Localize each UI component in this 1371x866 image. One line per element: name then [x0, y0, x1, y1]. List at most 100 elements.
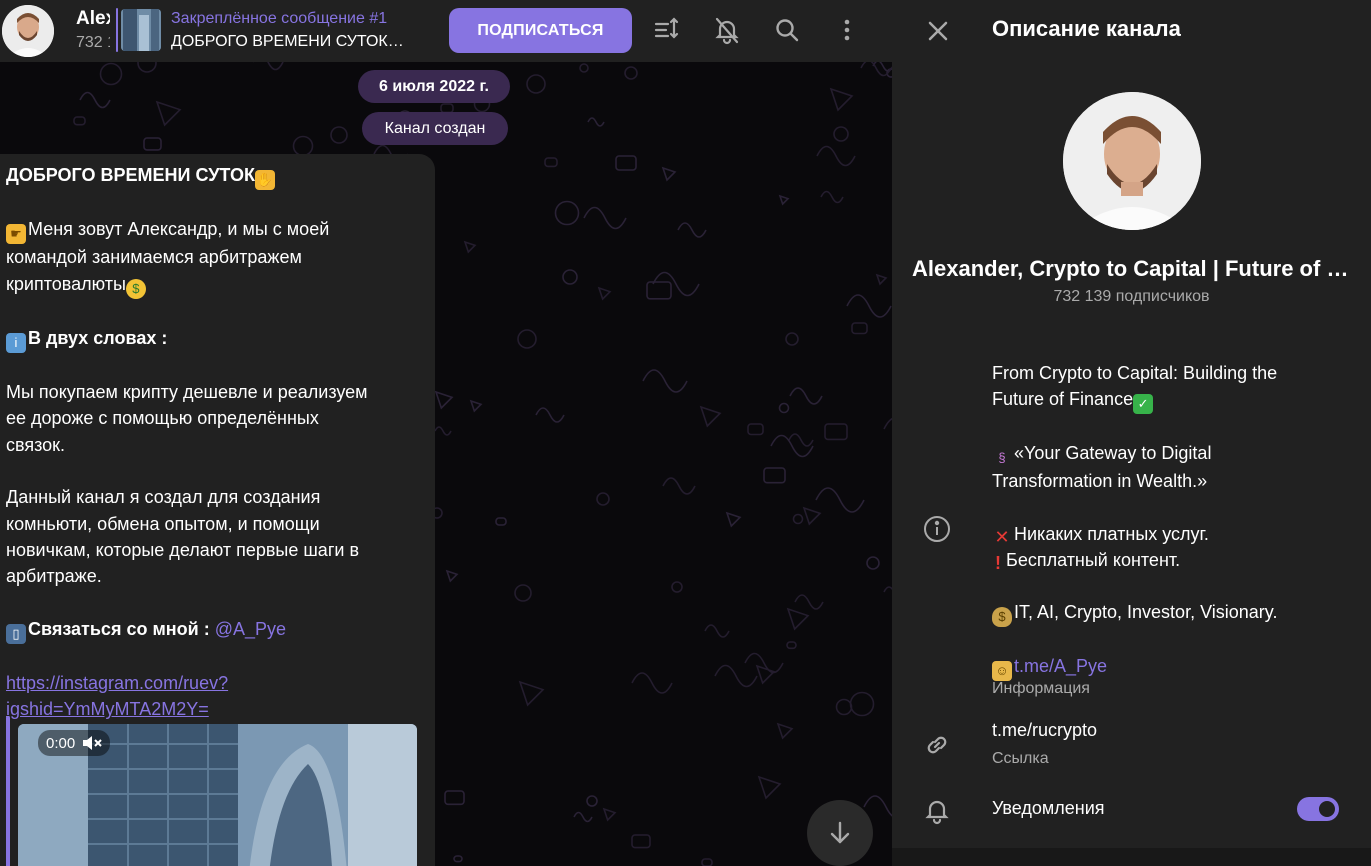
- pattern-doodle: [757, 775, 782, 800]
- pattern-doodle: [517, 329, 537, 349]
- contact-username-link[interactable]: @A_Pye: [215, 619, 286, 639]
- post-line: новичкам, которые делают первые шаги в: [6, 539, 360, 560]
- scroll-down-button[interactable]: [807, 800, 873, 866]
- post-line: арбитраже.: [6, 566, 102, 587]
- pattern-doodle: [755, 664, 776, 685]
- close-icon: [928, 21, 948, 41]
- channel-avatar-large[interactable]: [1063, 92, 1201, 230]
- pattern-doodle: [624, 66, 638, 80]
- channel-avatar[interactable]: [2, 5, 54, 57]
- chat-area: Alexander, Crypto to Capital 732 139 Зак…: [0, 0, 892, 866]
- desc-line: Бесплатный контент.: [1006, 549, 1181, 570]
- pattern-doodle: [544, 157, 558, 168]
- subscribe-button[interactable]: ПОДПИСАТЬСЯ: [449, 8, 632, 53]
- pattern-doodle: [786, 607, 810, 631]
- pattern-doodle: [815, 487, 865, 513]
- pattern-doodle: [661, 166, 677, 182]
- pattern-doodle: [579, 63, 589, 73]
- pattern-doodle: [652, 271, 700, 297]
- bell-off-icon[interactable]: [708, 11, 746, 49]
- link-label: Ссылка: [992, 750, 1049, 767]
- chat-header[interactable]: Alexander, Crypto to Capital 732 139 Зак…: [0, 0, 892, 62]
- money-face-icon: $: [125, 278, 146, 299]
- pattern-doodle: [573, 811, 593, 823]
- search-icon[interactable]: [768, 11, 806, 49]
- pattern-doodle: [596, 492, 610, 506]
- pattern-doodle: [330, 126, 348, 144]
- muted-icon[interactable]: [81, 735, 103, 751]
- pattern-doodle: [802, 506, 822, 526]
- desc-line: Никаких платных услуг.: [1014, 523, 1209, 544]
- pattern-doodle: [860, 62, 892, 77]
- pattern-doodle: [646, 281, 672, 300]
- post-line: комньюти, обмена опытом, и помощи: [6, 513, 320, 534]
- pattern-doodle: [824, 423, 848, 441]
- exclamation-icon: !: [995, 552, 1001, 573]
- panel-title: Описание канала: [992, 16, 1181, 41]
- pattern-doodle: [583, 206, 627, 230]
- subscriber-count: 732 139 подписчиков: [1053, 288, 1210, 305]
- pattern-doodle: [155, 100, 182, 127]
- post-text: ДОБРОГО ВРЕМЕНИ СУТОК ✋ ☛ Меня зовут Алекс…: [6, 162, 426, 723]
- post-line: связок.: [6, 434, 66, 455]
- pattern-doodle: [778, 402, 790, 414]
- desc-line: From Crypto to Capital: Building the: [992, 363, 1278, 383]
- toggle-knob: [1316, 798, 1338, 820]
- pattern-doodle: [73, 116, 86, 126]
- pattern-doodle: [662, 477, 696, 495]
- pattern-doodle: [866, 556, 880, 570]
- pattern-doodle: [699, 405, 722, 428]
- pattern-doodle: [602, 807, 617, 822]
- post-line: Мы покупаем крипту дешевле и реализуем: [6, 382, 368, 403]
- instagram-link-continued[interactable]: igshid=YmMyMTA2M2Y=: [6, 696, 426, 722]
- filter-icon[interactable]: [648, 11, 686, 49]
- pattern-doodle: [434, 426, 452, 436]
- notifications-toggle[interactable]: [1297, 797, 1339, 821]
- channel-info-panel: Описание канала Alexander, Crypto to Cap…: [892, 0, 1371, 866]
- pinned-message-text[interactable]: ДОБРОГО ВРЕМЕНИ СУТОК…: [171, 33, 404, 51]
- more-icon[interactable]: [828, 11, 866, 49]
- panel-bottom-strip: [892, 848, 1371, 866]
- pattern-doodle: [615, 155, 637, 171]
- pattern-doodle: [846, 294, 892, 318]
- instagram-link[interactable]: https://instagram.com/ruev?: [6, 670, 426, 696]
- pattern-doodle: [143, 137, 162, 151]
- pattern-doodle: [863, 795, 892, 817]
- channel-link[interactable]: t.me/rucrypto: [992, 720, 1097, 741]
- pinned-thumbnail[interactable]: [121, 9, 161, 51]
- post-heading: ДОБРОГО ВРЕМЕНИ СУТОК: [6, 165, 255, 185]
- pattern-doodle: [597, 286, 612, 301]
- pattern-doodle: [677, 222, 707, 238]
- pattern-doodle: [562, 269, 578, 285]
- pointing-hand-icon: ☛: [6, 224, 26, 245]
- pattern-doodle: [526, 74, 546, 94]
- pattern-doodle: [786, 641, 797, 650]
- pattern-doodle: [785, 332, 799, 346]
- pattern-doodle: [851, 322, 868, 335]
- pattern-doodle: [704, 624, 730, 638]
- bell-icon: [922, 795, 952, 825]
- pattern-doodle: [744, 652, 784, 674]
- description-user-link[interactable]: t.me/A_Pye: [1014, 656, 1107, 676]
- desc-line: Future of Finance: [992, 389, 1134, 410]
- pattern-doodle: [776, 722, 794, 740]
- close-panel-button[interactable]: [920, 13, 956, 49]
- post-line: Меня зовут Александр, и мы с моей: [28, 219, 330, 240]
- channel-name[interactable]: Alexander, Crypto to Capital: [76, 8, 110, 30]
- pattern-doodle: [631, 834, 651, 849]
- pattern-doodle: [253, 62, 284, 71]
- pattern-doodle: [463, 240, 477, 254]
- check-mark-icon: ✓: [1133, 394, 1154, 415]
- pinned-indicator: [116, 8, 118, 52]
- pinned-message-title[interactable]: Закреплённое сообщение #1: [171, 10, 387, 28]
- pattern-doodle: [671, 581, 683, 593]
- service-message-channel-created: Канал создан: [362, 112, 508, 145]
- notifications-label[interactable]: Уведомления: [992, 798, 1105, 819]
- pattern-doodle: [883, 586, 892, 593]
- post-line: Данный канал я создал для создания: [6, 487, 321, 508]
- post-line: командой занимаемся арбитражем: [6, 247, 302, 268]
- pattern-doodle: [835, 698, 853, 716]
- video-preview[interactable]: 0:00: [18, 724, 417, 866]
- pattern-doodle: [514, 584, 532, 602]
- pattern-doodle: [725, 511, 742, 528]
